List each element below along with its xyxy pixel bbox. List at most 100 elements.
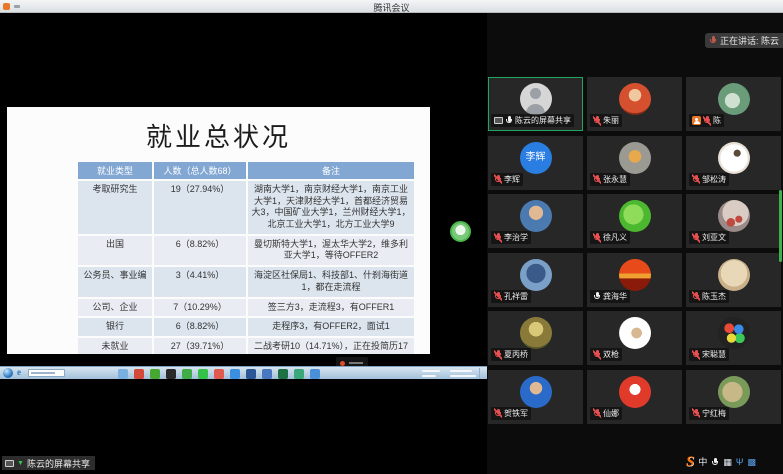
avatar	[718, 83, 750, 115]
tencent-meeting-window: 腾讯会议 就业总状况 就业类型 人数（总人数68） 备注 考取研究生 19（27…	[0, 0, 783, 474]
participant-tile[interactable]: 李辉 李辉	[488, 136, 583, 190]
participant-tile[interactable]: 双枪	[587, 311, 682, 365]
participant-tile[interactable]: 宁红梅	[686, 370, 781, 424]
participant-name: 刘亚文	[702, 232, 726, 243]
table-cell: 27（39.71%）	[154, 338, 246, 354]
taskbar-app-icon[interactable]	[166, 369, 176, 379]
table-cell: 19（27.94%）	[154, 181, 246, 234]
participant-tile[interactable]: 邹松涛	[686, 136, 781, 190]
participant-tile[interactable]: 陈玉杰	[686, 253, 781, 307]
participant-label: 龚海华	[590, 290, 630, 303]
participant-tile[interactable]: 陈云的屏幕共享	[488, 77, 583, 131]
table-cell: 6（8.82%）	[154, 318, 246, 336]
table-cell: 海淀区社保局1、科技部1、什刹海街道1，都在走流程	[248, 267, 414, 296]
keyboard-icon[interactable]: ▦	[723, 458, 732, 467]
participant-tile[interactable]: 夏丙桥	[488, 311, 583, 365]
taskbar-app-icon[interactable]	[198, 369, 208, 379]
mic-muted-icon	[593, 233, 601, 243]
toolbox-grid-icon[interactable]: ▩	[747, 458, 756, 467]
chinese-mode-button[interactable]: 中	[698, 458, 707, 467]
table-cell: 未就业	[78, 338, 152, 354]
taskbar-app-icon[interactable]	[278, 369, 288, 379]
taskbar-app-icon[interactable]	[246, 369, 256, 379]
system-tray[interactable]	[420, 367, 484, 380]
avatar	[619, 83, 651, 115]
participant-name: 邹松涛	[702, 174, 726, 185]
ie-browser-icon[interactable]: e	[17, 367, 21, 377]
mic-on-icon	[505, 116, 513, 126]
taskbar-app-icon[interactable]	[230, 369, 240, 379]
mic-muted-icon	[692, 233, 700, 243]
grid-scrollbar[interactable]	[779, 190, 782, 262]
participant-tile[interactable]: 孔祥雷	[488, 253, 583, 307]
taskbar-app-icon[interactable]	[150, 369, 160, 379]
participant-name: 陈	[713, 115, 721, 126]
participant-name: 宋聪慧	[702, 349, 726, 360]
green-down-arrow-icon: ▼	[17, 460, 24, 467]
shared-screen-view: 就业总状况 就业类型 人数（总人数68） 备注 考取研究生 19（27.94%）…	[0, 13, 487, 474]
taskbar-search-box[interactable]	[28, 369, 65, 377]
avatar	[619, 376, 651, 408]
participant-name: 张永慧	[603, 174, 627, 185]
table-cell: 曼切斯特大学1，渥太华大学2，维多利亚大学1，等待OFFER2	[248, 236, 414, 265]
mic-muted-icon	[703, 116, 711, 126]
table-cell: 考取研究生	[78, 181, 152, 234]
participant-tile[interactable]: 刘亚文	[686, 194, 781, 248]
mic-muted-icon	[593, 350, 601, 360]
participant-tile[interactable]: 陈	[686, 77, 781, 131]
table-cell: 7（10.29%）	[154, 299, 246, 317]
avatar	[520, 259, 552, 291]
participant-label: 宋聪慧	[689, 348, 729, 361]
taskbar-app-icon[interactable]	[214, 369, 224, 379]
participant-name: 夏丙桥	[504, 349, 528, 360]
widget-dash	[349, 362, 363, 364]
participant-tile[interactable]: 徐凡义	[587, 194, 682, 248]
table-cell: 6（8.82%）	[154, 236, 246, 265]
employment-table: 就业类型 人数（总人数68） 备注 考取研究生 19（27.94%） 湖南大学1…	[78, 162, 414, 354]
participant-name: 徐凡义	[603, 232, 627, 243]
windows-taskbar: e	[0, 366, 487, 379]
avatar	[520, 83, 552, 115]
screen-share-icon	[494, 117, 503, 124]
taskbar-app-icon[interactable]	[310, 369, 320, 379]
participant-tile[interactable]: 仙娜	[587, 370, 682, 424]
participant-tile[interactable]: 龚海华	[587, 253, 682, 307]
mic-muted-icon	[494, 233, 502, 243]
avatar	[520, 200, 552, 232]
avatar: 李辉	[520, 142, 552, 174]
mic-muted-icon	[494, 408, 502, 418]
avatar	[718, 376, 750, 408]
taskbar-app-icon[interactable]	[182, 369, 192, 379]
screen-share-badge: ▼ 陈云的屏幕共享	[2, 456, 95, 470]
avatar	[520, 376, 552, 408]
avatar	[520, 317, 552, 349]
participant-label: 陈云的屏幕共享	[491, 114, 574, 127]
mic-icon	[709, 36, 717, 46]
taskbar-app-icon[interactable]	[0, 369, 10, 379]
voice-input-icon[interactable]	[711, 457, 719, 467]
participant-tile[interactable]: 张永慧	[587, 136, 682, 190]
taskbar-app-icon[interactable]	[262, 369, 272, 379]
mic-muted-icon	[494, 291, 502, 301]
participant-tile[interactable]: 朱丽	[587, 77, 682, 131]
participant-tile[interactable]: 贺铁军	[488, 370, 583, 424]
participant-tile[interactable]: 李治学	[488, 194, 583, 248]
mic-muted-icon	[692, 291, 700, 301]
table-cell: 银行	[78, 318, 152, 336]
table-cell: 公司、企业	[78, 299, 152, 317]
avatar	[619, 259, 651, 291]
participant-tile[interactable]: 宋聪慧	[686, 311, 781, 365]
trident-tool-icon[interactable]: Ψ	[736, 458, 744, 467]
mic-muted-icon	[593, 408, 601, 418]
window-titlebar: 腾讯会议	[0, 0, 783, 13]
avatar	[718, 142, 750, 174]
floating-green-logo[interactable]	[450, 221, 471, 242]
participant-label: 夏丙桥	[491, 348, 531, 361]
taskbar-app-icon[interactable]	[294, 369, 304, 379]
taskbar-app-icon[interactable]	[118, 369, 128, 379]
participant-name: 孔祥雷	[504, 291, 528, 302]
taskbar-app-icon[interactable]	[134, 369, 144, 379]
participant-label: 徐凡义	[590, 231, 630, 244]
sogou-logo[interactable]: S	[686, 454, 694, 471]
participant-label: 仙娜	[590, 407, 622, 420]
